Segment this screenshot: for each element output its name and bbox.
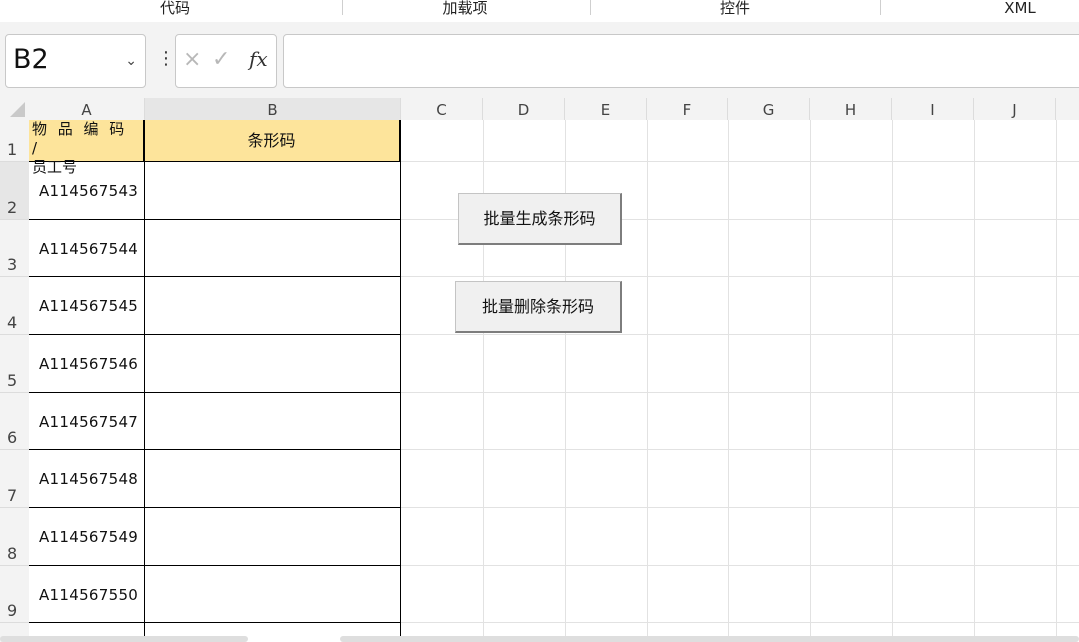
header-cell-b1[interactable]: 条形码 <box>144 120 400 162</box>
item-code: A114567547 <box>39 413 139 431</box>
more-options-icon[interactable]: ⋮ <box>157 50 175 68</box>
row-header-7[interactable]: 7 <box>0 450 29 508</box>
chevron-down-icon[interactable]: ⌄ <box>125 53 137 69</box>
gridline <box>974 120 975 642</box>
ribbon-group-addins[interactable]: 加载项 <box>430 0 500 18</box>
cancel-icon[interactable]: × <box>183 47 201 72</box>
table-row[interactable]: A114567547 <box>29 393 144 449</box>
ribbon-separator <box>880 0 881 15</box>
column-header-e[interactable]: E <box>565 98 647 120</box>
row-header-8[interactable]: 8 <box>0 508 29 566</box>
row-header-2[interactable]: 2 <box>0 162 29 220</box>
header-cell-a1[interactable]: 物 品 编 码 / 员工号 <box>29 120 144 176</box>
item-code: A114567543 <box>39 182 139 200</box>
item-code: A114567550 <box>39 586 139 604</box>
column-header-h[interactable]: H <box>810 98 892 120</box>
row-header-5[interactable]: 5 <box>0 335 29 393</box>
insert-function-icon[interactable]: fx <box>249 47 268 71</box>
ribbon-separator <box>590 0 591 15</box>
table-row[interactable]: A114567545 <box>29 277 144 334</box>
formula-input[interactable] <box>283 34 1079 88</box>
item-code: A114567549 <box>39 528 139 546</box>
gridline <box>1056 120 1057 642</box>
item-code: A114567545 <box>39 297 139 315</box>
ribbon-group-controls[interactable]: 控件 <box>710 0 760 18</box>
table-row[interactable]: A114567548 <box>29 450 144 507</box>
column-header-f[interactable]: F <box>647 98 728 120</box>
column-header-d[interactable]: D <box>483 98 565 120</box>
worksheet-grid[interactable]: 物 品 编 码 / 员工号 条形码 A114567543 A114567544 … <box>29 120 1079 642</box>
horizontal-scrollbar-left[interactable] <box>0 636 248 642</box>
table-row[interactable]: A114567550 <box>29 566 144 622</box>
formula-bar: B2 ⌄ ⋮ × ✓ fx <box>0 22 1079 98</box>
name-box-reference: B2 <box>13 44 49 75</box>
gridline <box>810 120 811 642</box>
item-code: A114567546 <box>39 355 139 373</box>
column-header-g[interactable]: G <box>728 98 810 120</box>
row-header-3[interactable]: 3 <box>0 220 29 277</box>
column-header-i[interactable]: I <box>892 98 974 120</box>
delete-barcodes-button[interactable]: 批量删除条形码 <box>455 281 622 333</box>
item-table: 物 品 编 码 / 员工号 条形码 A114567543 A114567544 … <box>29 120 401 642</box>
row-header-9[interactable]: 9 <box>0 566 29 623</box>
ribbon-group-xml[interactable]: XML <box>995 0 1045 18</box>
gridline <box>892 120 893 642</box>
item-code: A114567548 <box>39 470 139 488</box>
header-a-line1: 物 品 编 码 / <box>32 120 128 157</box>
check-icon[interactable]: ✓ <box>212 47 230 72</box>
ribbon-group-bar: 代码 加载项 控件 XML <box>0 0 1079 23</box>
ribbon-separator <box>342 0 343 15</box>
column-header-c[interactable]: C <box>401 98 483 120</box>
table-border <box>144 120 145 642</box>
gridline <box>728 120 729 642</box>
table-row[interactable]: A114567549 <box>29 508 144 565</box>
gridline <box>647 120 648 642</box>
horizontal-scrollbar[interactable] <box>340 636 1079 642</box>
item-code: A114567544 <box>39 240 139 258</box>
row-header-4[interactable]: 4 <box>0 277 29 335</box>
column-header-b[interactable]: B <box>145 98 401 120</box>
generate-barcodes-button[interactable]: 批量生成条形码 <box>458 193 622 245</box>
row-header-6[interactable]: 6 <box>0 393 29 450</box>
table-row[interactable]: A114567546 <box>29 335 144 392</box>
column-header-j[interactable]: J <box>974 98 1056 120</box>
table-border <box>29 622 400 623</box>
name-box[interactable]: B2 ⌄ <box>5 34 146 88</box>
formula-actions: × ✓ fx <box>175 34 277 88</box>
table-row[interactable]: A114567544 <box>29 220 144 276</box>
ribbon-group-code[interactable]: 代码 <box>150 0 200 18</box>
table-row[interactable]: A114567543 <box>29 162 144 219</box>
select-all-corner[interactable] <box>0 98 29 120</box>
row-header-1[interactable]: 1 <box>0 120 29 162</box>
column-header-a[interactable]: A <box>29 98 145 120</box>
